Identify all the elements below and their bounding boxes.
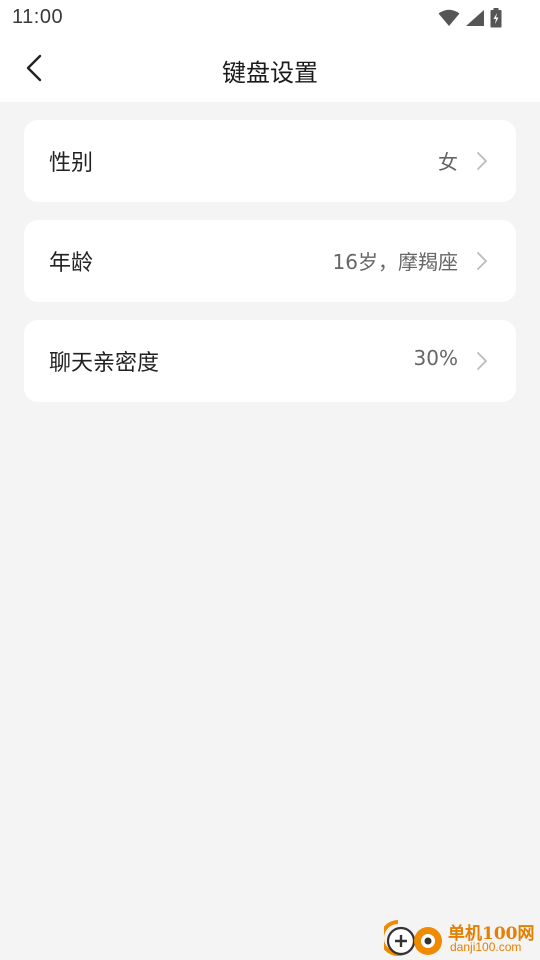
- settings-row-label: 年龄: [49, 251, 94, 276]
- settings-row-value: 女: [438, 150, 458, 174]
- settings-row-value: 30%: [413, 346, 458, 370]
- wifi-icon: [438, 9, 460, 27]
- settings-row-age[interactable]: 年龄 16岁，摩羯座: [24, 220, 516, 302]
- settings-row-value: 16岁，摩羯座: [332, 250, 458, 274]
- settings-row-label: 聊天亲密度: [49, 351, 160, 376]
- screen: 11:00 键盘设置 性别 女 年龄 16岁，摩羯座 聊天亲密度 30% 单机1…: [0, 0, 540, 960]
- settings-row-label: 性别: [49, 151, 94, 176]
- chevron-right-icon: [476, 151, 488, 171]
- watermark: 单机100网 danji100.com: [380, 918, 535, 958]
- status-icons: [438, 7, 502, 29]
- watermark-logo-icon: [380, 918, 446, 958]
- chevron-right-icon: [476, 251, 488, 271]
- settings-row-gender[interactable]: 性别 女: [24, 120, 516, 202]
- settings-row-intimacy[interactable]: 聊天亲密度 30%: [24, 320, 516, 402]
- watermark-url: danji100.com: [450, 940, 522, 954]
- chevron-right-icon: [476, 351, 488, 371]
- status-time: 11:00: [12, 6, 64, 28]
- cell-signal-icon: [465, 9, 485, 27]
- page-title: 键盘设置: [222, 59, 318, 87]
- app-header: 键盘设置: [0, 36, 540, 102]
- status-bar: 11:00: [0, 0, 540, 36]
- battery-charging-icon: [490, 8, 502, 28]
